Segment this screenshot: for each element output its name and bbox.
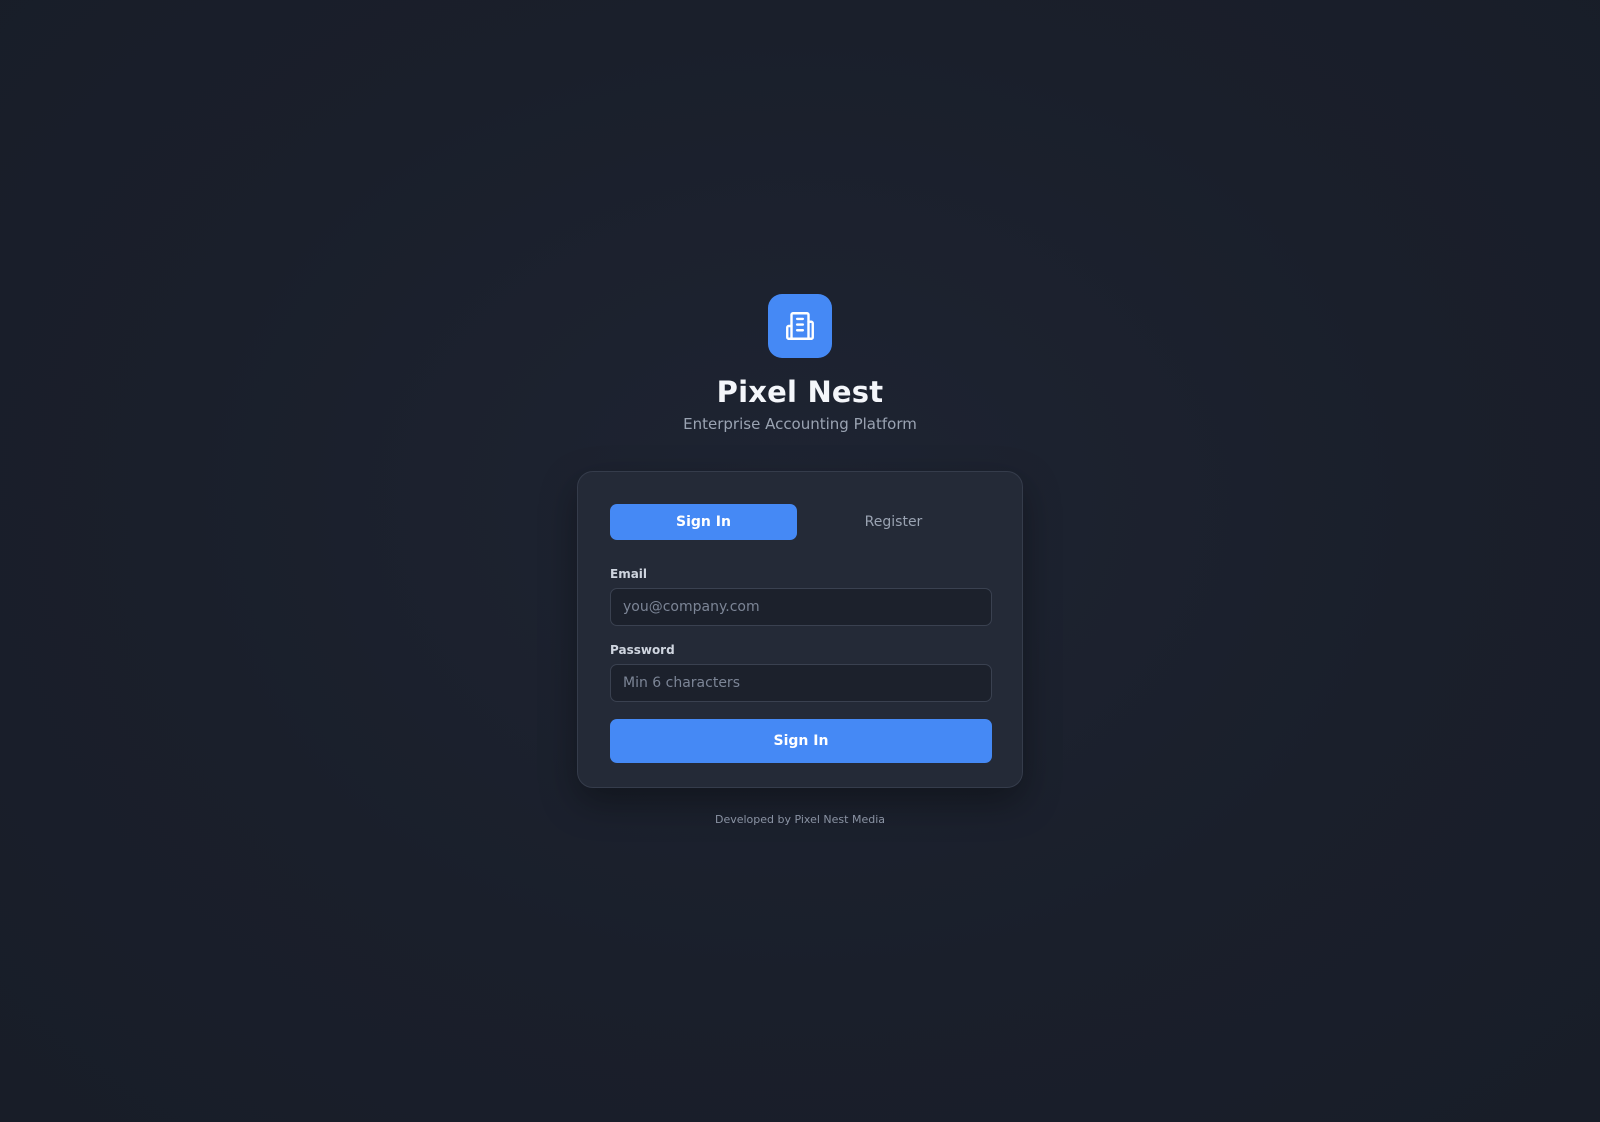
password-field[interactable] <box>610 664 992 702</box>
app-subtitle: Enterprise Accounting Platform <box>683 415 917 433</box>
email-field[interactable] <box>610 588 992 626</box>
auth-tabs: Sign In Register <box>610 504 990 540</box>
footer-credit: Developed by Pixel Nest Media <box>714 813 886 826</box>
sign-in-button[interactable]: Sign In <box>610 719 992 763</box>
building-icon <box>786 312 814 340</box>
app-logo <box>768 294 832 358</box>
password-label: Password <box>610 643 675 657</box>
tab-sign-in[interactable]: Sign In <box>610 504 797 540</box>
auth-card: Sign In Register Email Password Sign In <box>577 471 1023 788</box>
app-title: Pixel Nest <box>716 375 884 409</box>
email-label: Email <box>610 567 648 581</box>
brand-header: Pixel Nest Enterprise Accounting Platfor… <box>0 294 1600 434</box>
tab-register[interactable]: Register <box>797 504 990 540</box>
